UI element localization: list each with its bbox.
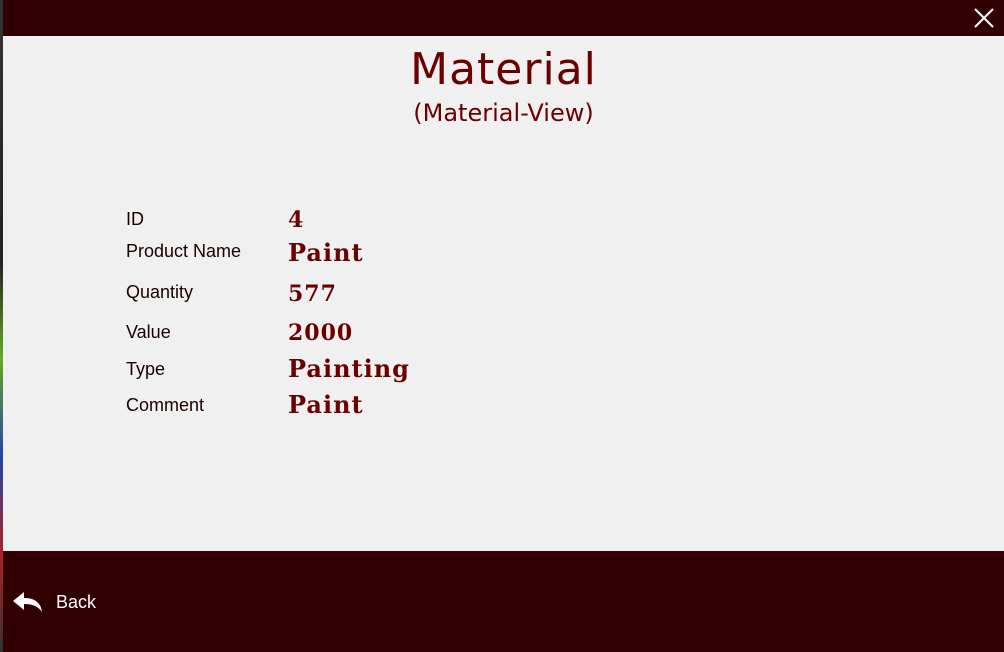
- field-label-comment: Comment: [126, 395, 205, 415]
- footer-bar: Back: [3, 551, 1004, 652]
- field-value-id: 4: [288, 207, 305, 233]
- page-subtitle: (Material-View): [413, 99, 594, 127]
- field-label-value: Value: [126, 322, 171, 342]
- title-bar: [3, 0, 1004, 36]
- field-label-type: Type: [126, 359, 166, 379]
- field-label-product-name: Product Name: [126, 241, 242, 261]
- field-value-type: Painting: [288, 354, 410, 383]
- back-button-label: Back: [56, 591, 97, 612]
- back-button[interactable]: Back: [12, 587, 96, 617]
- field-value-product-name: Paint: [288, 238, 364, 267]
- field-label-quantity: Quantity: [126, 282, 194, 302]
- field-value-value: 2000: [288, 320, 354, 346]
- page-header: Material (Material-View): [3, 40, 1004, 128]
- field-label-id: ID: [126, 209, 144, 229]
- close-icon: [974, 8, 994, 28]
- page-title: Material: [410, 44, 597, 95]
- field-value-quantity: 577: [288, 281, 337, 307]
- reply-arrow-icon: [13, 592, 42, 612]
- material-view-window: Material (Material-View) ID 4 Product Na…: [3, 0, 1004, 652]
- field-value-comment: Paint: [288, 390, 364, 419]
- close-button[interactable]: [970, 4, 998, 32]
